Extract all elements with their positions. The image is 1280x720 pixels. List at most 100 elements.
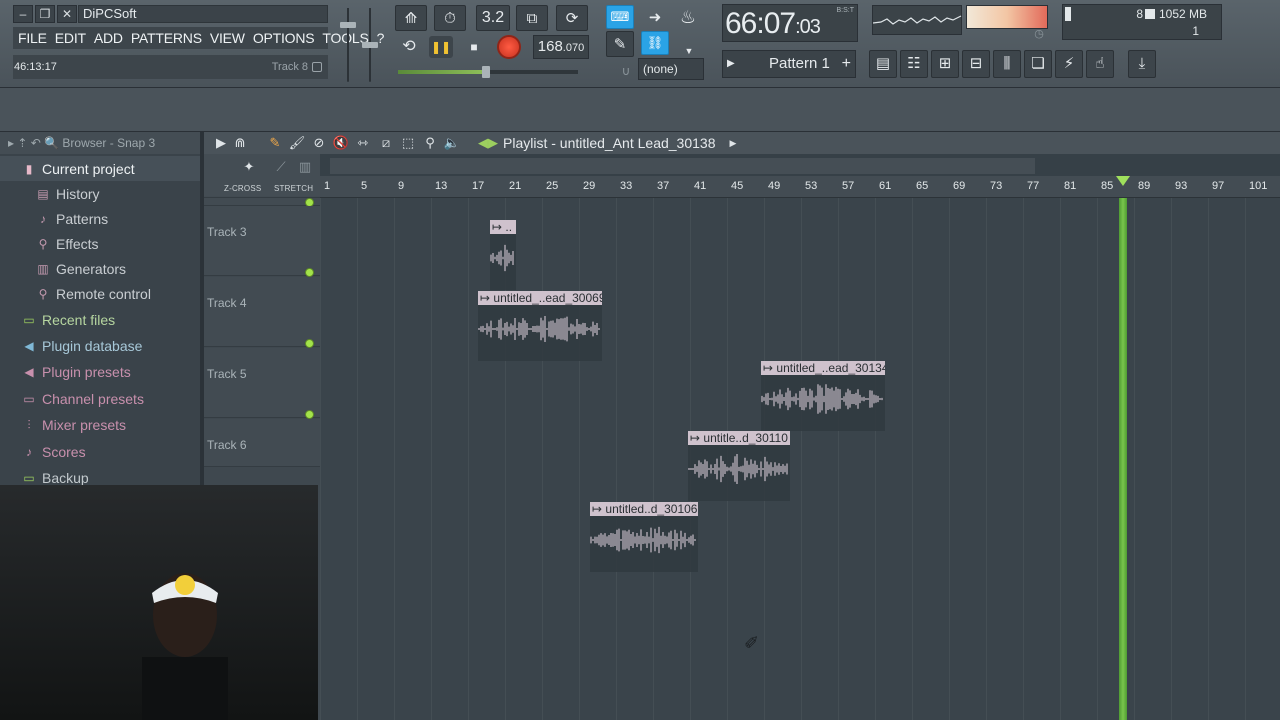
project-icon: ▮ [25, 161, 33, 176]
play-clip-icon[interactable]: ◀▶ [478, 134, 498, 152]
waveform-icon[interactable]: ✦ [240, 158, 258, 176]
channel-rack-view-icon[interactable]: ☷ [900, 50, 928, 78]
track-header-5[interactable]: Track 5 [204, 348, 320, 419]
piano-icon[interactable]: ▥ [296, 158, 314, 176]
history-icon: ▤ [37, 186, 49, 201]
pencil-icon[interactable]: ✎ [266, 134, 284, 152]
slip-icon[interactable]: ⇿ [354, 134, 372, 152]
ruler-bar-number: 89 [1138, 180, 1151, 192]
wait-input-icon[interactable]: ⏱ [434, 5, 466, 31]
track-header-6[interactable]: Track 6 [204, 419, 320, 467]
minimize-icon[interactable]: – [13, 5, 33, 23]
metronome-icon[interactable]: ⟰ [395, 5, 427, 31]
track-header-partial[interactable] [204, 198, 320, 207]
horizontal-scrollbar[interactable] [330, 158, 1035, 174]
browser-item-generators[interactable]: ▥ Generators [0, 256, 126, 281]
title-arrow-icon[interactable]: ▶ [724, 134, 742, 152]
menu-view[interactable]: VIEW [207, 30, 250, 46]
playback-icon[interactable]: 🔈 [443, 134, 461, 152]
menu-options[interactable]: OPTIONS [250, 30, 320, 46]
audio-clip[interactable]: ↦ untitle..d_30110 [688, 431, 790, 501]
countdown-button[interactable]: 3.2 [476, 5, 510, 31]
close-icon[interactable]: ✕ [57, 5, 77, 23]
pattern-name: Pattern 1 [769, 55, 830, 72]
memory-value: 1052 MB [1159, 7, 1208, 21]
playlist-view-icon[interactable]: ▤ [869, 50, 897, 78]
pattern-note-icon: ♪ [40, 211, 46, 226]
stop-button[interactable]: ■ [464, 36, 484, 58]
playlist-menu-arrow-icon[interactable]: ▶ [212, 134, 230, 152]
menu-patterns[interactable]: PATTERNS [128, 30, 207, 46]
paint-icon[interactable]: 🖌 [288, 134, 306, 152]
browser-item-remote-control[interactable]: ⚲ Remote control [0, 281, 151, 306]
browser-item-scores[interactable]: ♪ Scores [0, 439, 86, 464]
track-header-4[interactable]: Track 4 [204, 277, 320, 348]
record-meter-icon[interactable]: ◷ [1030, 26, 1048, 40]
piano-roll-view-icon[interactable]: ⊞ [931, 50, 959, 78]
touch-controller-icon[interactable]: ☝ [1086, 50, 1114, 78]
link-icon[interactable]: ⛓ [641, 31, 669, 55]
pencil-tool-icon[interactable]: ✎ [606, 31, 634, 57]
multilink-icon[interactable]: ♨ [674, 4, 702, 30]
add-pattern-icon[interactable]: + [842, 51, 851, 77]
playlist-grid[interactable] [320, 198, 1280, 720]
step-edit-icon[interactable]: ➜ [641, 4, 669, 30]
browser-current-project[interactable]: ▮ Current project [0, 156, 200, 181]
slice-icon[interactable]: ⧄ [377, 134, 395, 152]
waveform-icon [590, 526, 696, 554]
magnet-snap-icon[interactable]: ⋒ [231, 134, 249, 152]
waveform-icon [761, 384, 883, 414]
mixer-view-icon[interactable]: ⫼ [993, 50, 1021, 78]
delete-icon[interactable]: ⊘ [310, 134, 328, 152]
browser-item-patterns[interactable]: ♪ Patterns [0, 206, 108, 231]
audio-clip[interactable]: ↦ untitled_..ead_30134 [761, 361, 885, 431]
magnet-icon[interactable]: ∪ [612, 58, 640, 84]
play-pause-button[interactable]: ❚❚ [429, 36, 453, 58]
restore-icon[interactable]: ❐ [35, 5, 55, 23]
loop-record-icon[interactable]: ⟳ [556, 5, 588, 31]
track-header-3[interactable]: Track 3 [204, 206, 320, 277]
download-icon[interactable]: ⤓ [1128, 50, 1156, 78]
pattern-selector[interactable]: ▶ Pattern 1 + [722, 50, 856, 78]
audio-clip[interactable]: ↦ .. [490, 220, 516, 290]
zoom-icon[interactable]: ⚲ [421, 134, 439, 152]
playhead-marker-icon[interactable] [1116, 176, 1130, 186]
mute-icon[interactable]: 🔇 [332, 134, 350, 152]
master-pitch-slider[interactable] [362, 8, 378, 82]
timeline-ruler[interactable]: 1 5 9 13 17 21 25 29 33 37 41 45 49 53 57 61 65 69 73 77 81 8… [320, 176, 1280, 198]
automation-icon[interactable]: ⟋ [272, 158, 290, 176]
blend-notes-icon[interactable]: ⧉ [516, 5, 548, 31]
menu-edit[interactable]: EDIT [52, 30, 91, 46]
tempo-display[interactable]: 168.070 [533, 35, 589, 59]
snap-selector[interactable]: (none) [638, 58, 704, 80]
typing-keyboard-icon[interactable]: ⌨ [606, 5, 634, 29]
browser-item-recent-files[interactable]: ▭ Recent files [0, 307, 115, 332]
menu-file[interactable]: FILE [15, 30, 52, 46]
browser-nav-icon[interactable]: ▸ ⇡ ↶ 🔍 [8, 136, 62, 150]
song-position-slider[interactable] [398, 66, 578, 78]
browser-item-channel-presets[interactable]: ▭ Channel presets [0, 386, 144, 411]
select-icon[interactable]: ⬚ [399, 134, 417, 152]
browser-item-effects[interactable]: ⚲ Effects [0, 231, 99, 256]
fl-studio-window: – ❐ ✕ DiPCSoft FILE EDIT ADD PATTERNS VI… [0, 0, 1280, 720]
channel-presets-icon: ▭ [23, 391, 35, 406]
track-led-icon[interactable] [305, 339, 314, 348]
plugin-picker-icon[interactable]: ⚡ [1055, 50, 1083, 78]
master-volume-slider[interactable] [340, 8, 356, 82]
record-button[interactable] [497, 35, 521, 59]
song-time-display[interactable]: 66:07:03 B:S:T [722, 4, 858, 42]
track-led-icon[interactable] [305, 410, 314, 419]
playhead[interactable] [1119, 198, 1127, 720]
browser-item-plugin-database[interactable]: ◀ Plugin database [0, 333, 142, 358]
audio-clip[interactable]: ↦ untitled..d_30106 [590, 502, 698, 572]
audio-clip[interactable]: ↦ untitled_..ead_30069 [478, 291, 602, 361]
browser-item-history[interactable]: ▤ History [0, 181, 99, 206]
menu-add[interactable]: ADD [91, 30, 128, 46]
browser-item-plugin-presets[interactable]: ◀ Plugin presets [0, 359, 130, 384]
browser-view-icon[interactable]: ⊟ [962, 50, 990, 78]
track-led-icon[interactable] [305, 268, 314, 277]
waveform-icon [478, 316, 600, 342]
song-pattern-toggle-icon[interactable]: ⟲ [398, 36, 420, 58]
browser-item-mixer-presets[interactable]: ⫶ Mixer presets [0, 412, 126, 437]
project-picker-icon[interactable]: ❏ [1024, 50, 1052, 78]
